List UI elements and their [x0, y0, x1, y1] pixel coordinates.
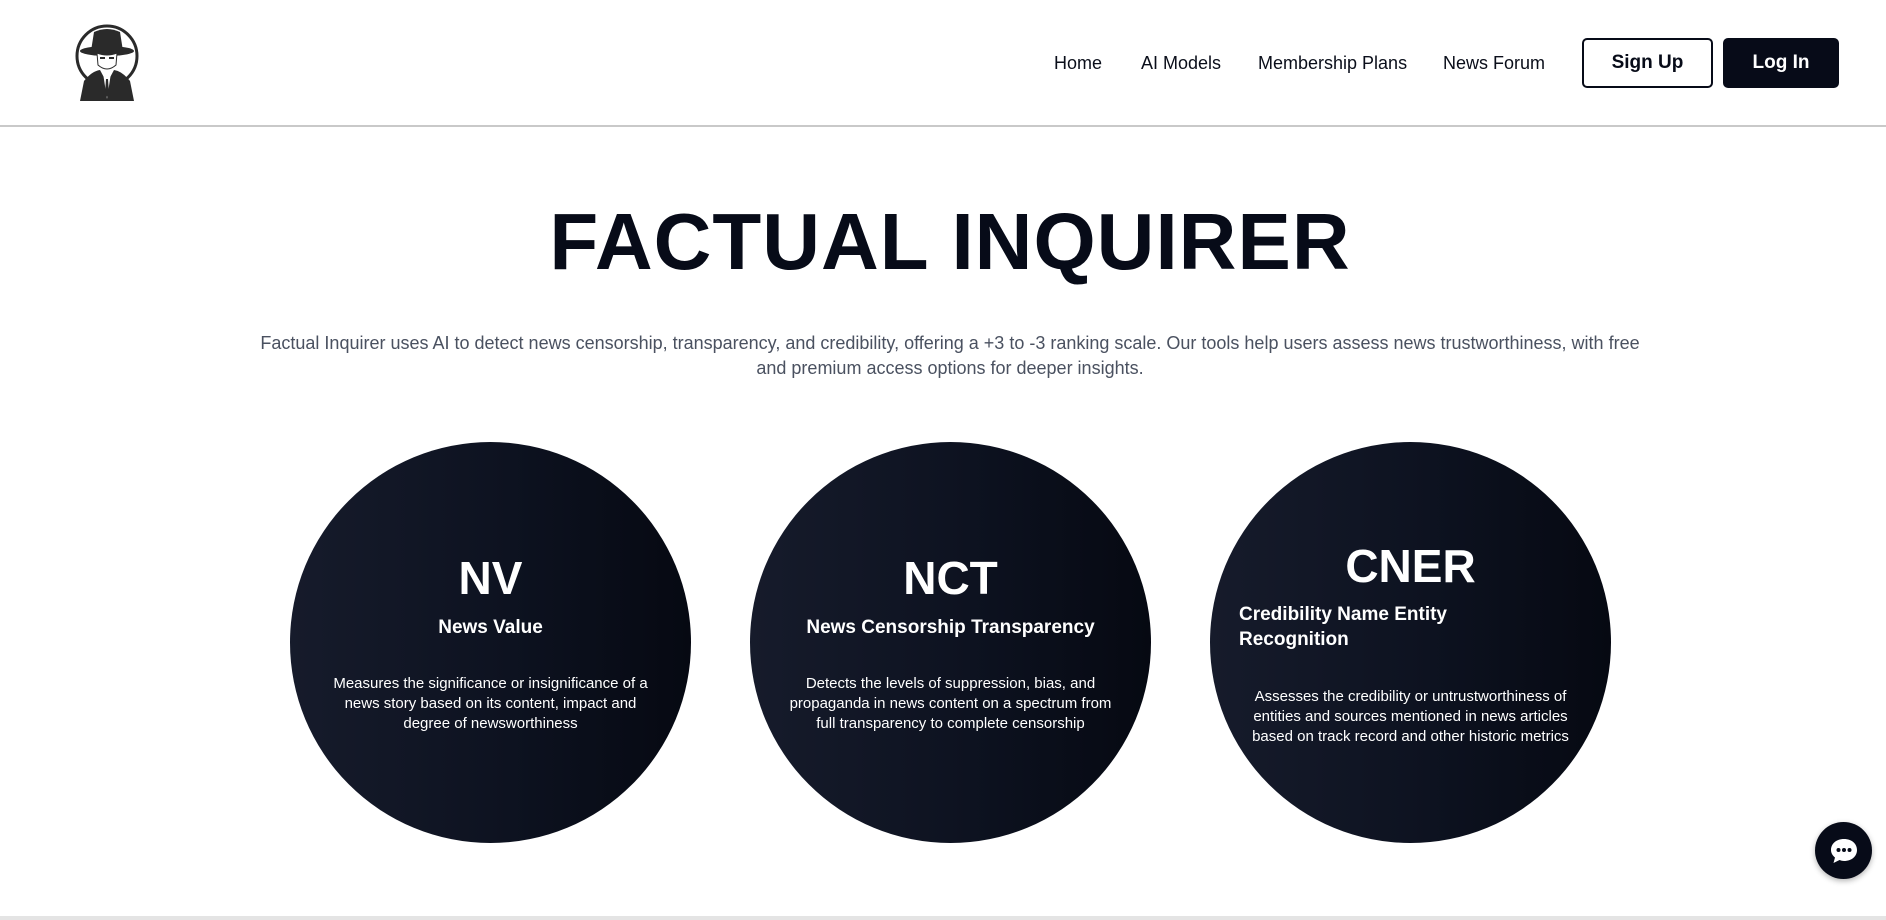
nav-news-forum-link[interactable]: News Forum — [1443, 38, 1545, 88]
hero-description: Factual Inquirer uses AI to detect news … — [260, 333, 1640, 378]
chat-bubble-icon — [1831, 839, 1857, 863]
site-header: Home AI Models Membership Plans News For… — [0, 0, 1886, 127]
model-name: News Censorship Transparency — [806, 617, 1095, 638]
model-description: Detects the levels of suppression, bias,… — [789, 675, 1112, 732]
model-abbr: NV — [458, 552, 523, 604]
nav-membership-plans-link[interactable]: Membership Plans — [1258, 38, 1407, 88]
model-name: News Value — [438, 617, 543, 638]
model-name: Credibility Name Entity Recognition — [1239, 604, 1447, 650]
model-description: Assesses the credibility or untrustworth… — [1252, 688, 1569, 745]
model-abbr: NCT — [903, 552, 998, 604]
page-bottom-divider — [0, 916, 1886, 920]
model-card-nct[interactable]: NCT News Censorship Transparency Detects… — [750, 442, 1151, 843]
detective-logo-icon[interactable] — [74, 23, 140, 101]
model-card-cner[interactable]: CNER Credibility Name Entity Recognition… — [1210, 442, 1611, 843]
model-description: Measures the significance or insignifica… — [333, 675, 648, 732]
chat-button[interactable] — [1815, 822, 1872, 879]
log-in-button[interactable]: Log In — [1723, 38, 1839, 88]
nav-ai-models-link[interactable]: AI Models — [1141, 38, 1221, 88]
sign-up-button[interactable]: Sign Up — [1582, 38, 1713, 88]
model-abbr: CNER — [1345, 540, 1476, 592]
model-card-nv[interactable]: NV News Value Measures the significance … — [290, 442, 691, 843]
page-title: FACTUAL INQUIRER — [549, 197, 1351, 286]
nav-home-link[interactable]: Home — [1054, 38, 1102, 88]
